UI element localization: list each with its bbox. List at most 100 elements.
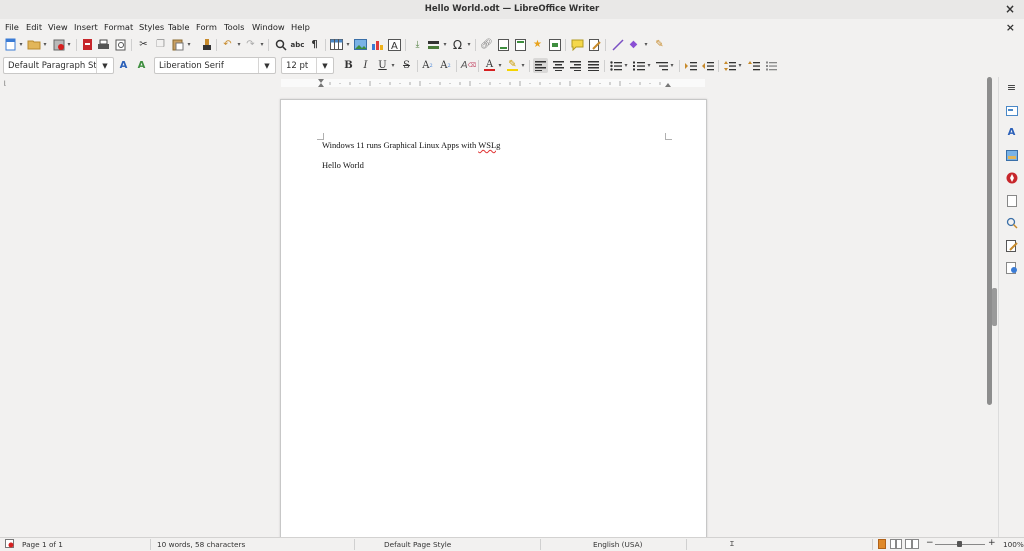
formatting-marks-icon[interactable]: ¶: [307, 37, 322, 52]
cut-icon[interactable]: ✂: [136, 37, 151, 52]
menu-form[interactable]: Form: [196, 22, 217, 32]
align-right-icon[interactable]: [568, 58, 583, 73]
cross-reference-icon[interactable]: [547, 37, 562, 52]
paragraph-heading[interactable]: Windows 11 runs Graphical Linux Apps wit…: [322, 140, 500, 150]
print-preview-icon[interactable]: [113, 37, 128, 52]
decrease-indent-icon[interactable]: [700, 58, 715, 73]
menu-insert[interactable]: Insert: [74, 22, 98, 32]
draw-functions-icon[interactable]: ✎: [652, 37, 667, 52]
strikethrough-icon[interactable]: S: [399, 58, 414, 73]
font-color-icon[interactable]: A: [482, 58, 497, 73]
unordered-list-icon[interactable]: [608, 58, 623, 73]
line-spacing-icon[interactable]: [722, 58, 737, 73]
insert-field-icon[interactable]: [426, 37, 441, 52]
paragraph-style-dropdown-icon[interactable]: ▼: [96, 58, 113, 73]
font-color-dropdown-icon[interactable]: ▾: [497, 58, 503, 73]
font-size-dropdown-icon[interactable]: ▼: [316, 58, 333, 73]
spelling-icon[interactable]: abc: [290, 37, 305, 52]
zoom-in-button[interactable]: +: [988, 538, 996, 548]
font-name-dropdown-icon[interactable]: ▼: [258, 58, 275, 73]
align-left-icon[interactable]: [533, 58, 548, 73]
endnote-icon[interactable]: [513, 37, 528, 52]
superscript-icon[interactable]: A2: [420, 58, 435, 73]
language[interactable]: English (USA): [593, 540, 642, 549]
footnote-icon[interactable]: [496, 37, 511, 52]
new-dropdown-icon[interactable]: ▾: [18, 37, 24, 52]
align-center-icon[interactable]: [551, 58, 566, 73]
page-style[interactable]: Default Page Style: [384, 540, 451, 549]
insert-table-icon[interactable]: [329, 37, 344, 52]
redo-icon[interactable]: ↷: [243, 37, 258, 52]
zoom-out-button[interactable]: −: [926, 538, 934, 548]
new-document-icon[interactable]: [3, 37, 18, 52]
export-pdf-icon[interactable]: [80, 37, 95, 52]
properties-icon[interactable]: [1005, 104, 1018, 117]
track-changes-icon[interactable]: [587, 37, 602, 52]
increase-indent-icon[interactable]: [683, 58, 698, 73]
menu-tools[interactable]: Tools: [224, 22, 244, 32]
paragraph-spacing-icon[interactable]: [746, 58, 761, 73]
ordered-list-icon[interactable]: [631, 58, 646, 73]
insert-chart-icon[interactable]: [370, 37, 385, 52]
manage-changes-icon[interactable]: [1005, 239, 1018, 252]
document-page[interactable]: Windows 11 runs Graphical Linux Apps wit…: [280, 99, 707, 541]
save-icon[interactable]: [51, 37, 66, 52]
line-spacing-dropdown-icon[interactable]: ▾: [737, 58, 743, 73]
italic-icon[interactable]: I: [358, 58, 373, 73]
bold-icon[interactable]: B: [341, 58, 356, 73]
outline-list-icon[interactable]: [654, 58, 669, 73]
justify-icon[interactable]: [586, 58, 601, 73]
ordered-list-dropdown-icon[interactable]: ▾: [646, 58, 652, 73]
font-name-combo[interactable]: Liberation Serif ▼: [154, 57, 276, 74]
bookmark-icon[interactable]: ★: [530, 37, 545, 52]
undo-dropdown-icon[interactable]: ▾: [236, 37, 242, 52]
field-dropdown-icon[interactable]: ▾: [442, 37, 448, 52]
highlight-color-icon[interactable]: ✎: [505, 58, 520, 73]
menu-file[interactable]: File: [5, 22, 19, 32]
gallery-icon[interactable]: [1005, 149, 1018, 162]
sidebar-collapse-handle[interactable]: [992, 288, 997, 326]
menu-styles[interactable]: Styles: [139, 22, 164, 32]
redo-dropdown-icon[interactable]: ▾: [259, 37, 265, 52]
new-style-icon[interactable]: A: [134, 58, 149, 73]
scrollbar-thumb[interactable]: [987, 77, 992, 405]
menu-window[interactable]: Window: [252, 22, 285, 32]
print-icon[interactable]: [96, 37, 111, 52]
shapes-dropdown-icon[interactable]: ▾: [643, 37, 649, 52]
table-dropdown-icon[interactable]: ▾: [345, 37, 351, 52]
document-close-button[interactable]: ×: [1006, 21, 1015, 34]
special-character-dropdown-icon[interactable]: ▾: [466, 37, 472, 52]
subscript-icon[interactable]: A2: [438, 58, 453, 73]
insert-mode-icon[interactable]: Ɪ: [730, 540, 734, 549]
multi-page-view-icon[interactable]: [890, 539, 902, 551]
insert-comment-icon[interactable]: [570, 37, 585, 52]
paragraph-dialog-icon[interactable]: [764, 58, 779, 73]
open-dropdown-icon[interactable]: ▾: [42, 37, 48, 52]
highlight-dropdown-icon[interactable]: ▾: [520, 58, 526, 73]
clone-formatting-icon[interactable]: [199, 37, 214, 52]
book-view-icon[interactable]: [905, 539, 919, 551]
save-dropdown-icon[interactable]: ▾: [66, 37, 72, 52]
basic-shapes-icon[interactable]: ◆: [626, 37, 641, 52]
insert-image-icon[interactable]: [353, 37, 368, 52]
word-count[interactable]: 10 words, 58 characters: [157, 540, 245, 549]
zoom-slider-thumb[interactable]: [957, 541, 962, 547]
underline-dropdown-icon[interactable]: ▾: [390, 58, 396, 73]
horizontal-ruler[interactable]: ⌊: [0, 76, 1024, 90]
menu-table[interactable]: Table: [168, 22, 189, 32]
zoom-level[interactable]: 100%: [1003, 540, 1024, 549]
find-replace-icon[interactable]: [273, 37, 288, 52]
menu-view[interactable]: View: [48, 22, 68, 32]
menu-format[interactable]: Format: [104, 22, 133, 32]
outline-list-dropdown-icon[interactable]: ▾: [669, 58, 675, 73]
styles-icon[interactable]: A: [1005, 126, 1018, 139]
design-icon[interactable]: [1005, 261, 1018, 274]
hyperlink-icon[interactable]: 🔗︎: [479, 37, 494, 52]
navigator-icon[interactable]: [1005, 171, 1018, 184]
update-style-icon[interactable]: A: [116, 58, 131, 73]
page-count[interactable]: Page 1 of 1: [22, 540, 63, 549]
style-inspector-icon[interactable]: [1005, 216, 1018, 229]
copy-icon[interactable]: ❐: [153, 37, 168, 52]
unordered-list-dropdown-icon[interactable]: ▾: [623, 58, 629, 73]
document-modified-icon[interactable]: [5, 539, 14, 550]
